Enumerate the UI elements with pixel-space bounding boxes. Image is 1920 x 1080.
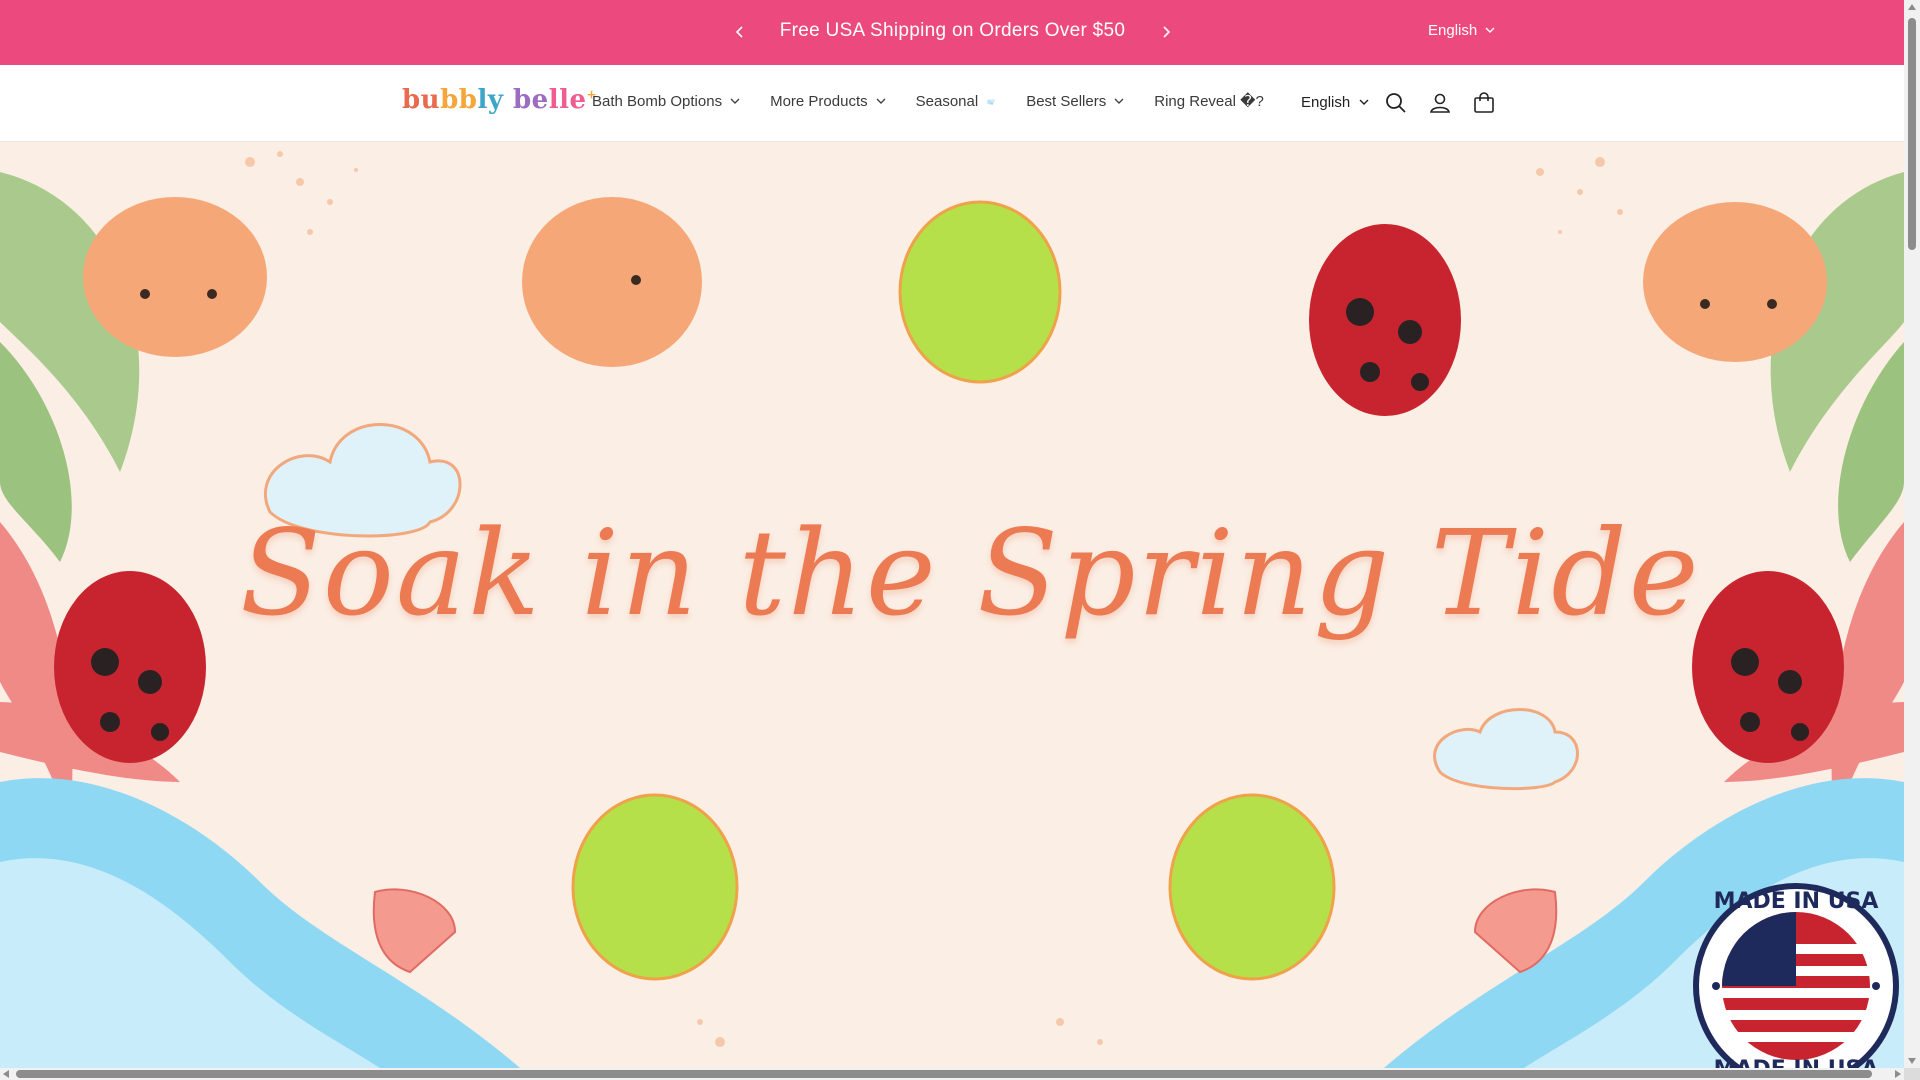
hero-banner[interactable]: Soak in the Spring Tide MADE IN USA MADE…: [0, 142, 1904, 1068]
announcement-language-label: English: [1428, 22, 1478, 39]
bubble-icon: [987, 98, 996, 105]
nav-item-ring-reveal[interactable]: Ring Reveal �?: [1154, 92, 1264, 110]
logo-text-2: bb: [440, 85, 478, 115]
logo-text-4: be: [503, 85, 549, 115]
chevron-down-icon: [730, 98, 740, 104]
announcement-next-button[interactable]: [1152, 18, 1180, 46]
account-icon: [1430, 93, 1450, 113]
chevron-down-icon: [876, 98, 886, 104]
nav-item-label: Ring Reveal �?: [1154, 93, 1264, 110]
horizontal-scrollbar[interactable]: [0, 1068, 1904, 1080]
logo-text-1: bu: [402, 85, 441, 115]
vertical-scrollbar[interactable]: [1904, 0, 1920, 1068]
chevron-left-icon: [735, 26, 743, 38]
search-button[interactable]: [1384, 91, 1408, 115]
nav-item-label: Bath Bomb Options: [592, 92, 723, 110]
nav-item-label: Seasonal: [915, 92, 979, 110]
nav-item-label: Best Sellers: [1026, 92, 1107, 110]
hero-title: Soak in the Spring Tide: [240, 504, 1701, 642]
scroll-right-arrow[interactable]: [1895, 1070, 1901, 1078]
announcement-language-selector[interactable]: English: [1428, 22, 1495, 39]
chevron-down-icon: [1485, 27, 1495, 33]
cart-button[interactable]: [1472, 91, 1496, 115]
usa-flag-icon: MADE IN USA MADE IN USA: [1693, 883, 1899, 1068]
main-nav: Bath Bomb Options More Products Seasonal…: [592, 92, 1264, 111]
badge-top-text: MADE IN USA: [1714, 889, 1879, 914]
nav-item-more-products[interactable]: More Products: [770, 92, 886, 110]
site-logo[interactable]: bubbly belle+: [402, 85, 597, 115]
announcement-message: Free USA Shipping on Orders Over $50: [779, 20, 1126, 41]
announcement-prev-button[interactable]: [726, 18, 754, 46]
nav-item-best-sellers[interactable]: Best Sellers: [1026, 92, 1124, 110]
nav-item-seasonal[interactable]: Seasonal: [916, 92, 997, 110]
scroll-down-arrow[interactable]: [1908, 1058, 1916, 1064]
horizontal-scroll-thumb[interactable]: [16, 1070, 1872, 1078]
logo-text-3: ly: [477, 85, 504, 115]
account-button[interactable]: [1428, 91, 1452, 115]
made-in-usa-badge: MADE IN USA MADE IN USA: [1688, 878, 1904, 1068]
chevron-down-icon: [1114, 98, 1124, 104]
scrollbar-corner: [1904, 1068, 1920, 1080]
nav-item-label: More Products: [770, 92, 868, 110]
nav-item-bath-bomb-options[interactable]: Bath Bomb Options: [592, 92, 740, 110]
logo-text-5: lle: [548, 85, 587, 115]
search-icon: [1386, 93, 1406, 113]
scroll-up-arrow[interactable]: [1908, 4, 1916, 10]
cart-icon: [1474, 92, 1494, 113]
badge-bottom-text: MADE IN USA: [1714, 1057, 1879, 1068]
chevron-down-icon: [1359, 99, 1369, 105]
announcement-bar: Free USA Shipping on Orders Over $50 Eng…: [0, 0, 1904, 65]
site-header: bubbly belle+ Bath Bomb Options More Pro…: [0, 65, 1904, 142]
scroll-left-arrow[interactable]: [3, 1070, 9, 1078]
header-language-label: English: [1301, 94, 1351, 111]
header-language-selector[interactable]: English: [1301, 94, 1369, 111]
vertical-scroll-thumb[interactable]: [1908, 18, 1916, 250]
chevron-right-icon: [1163, 26, 1171, 38]
